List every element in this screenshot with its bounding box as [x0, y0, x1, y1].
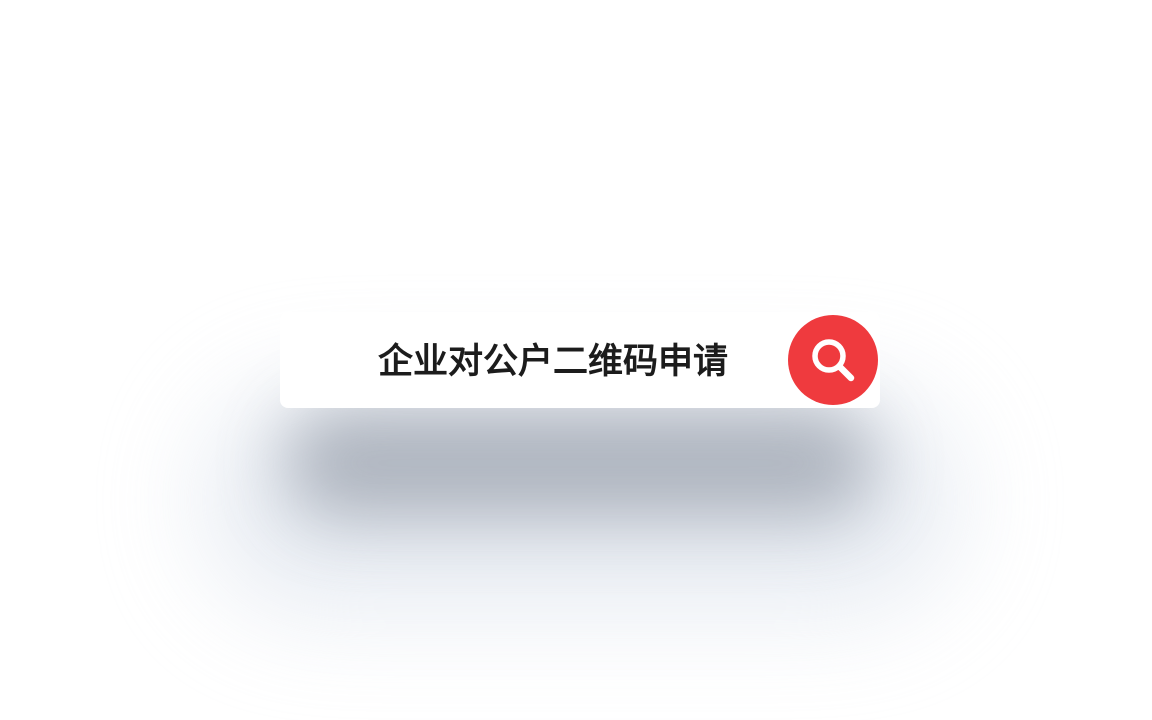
search-bar-shadow [285, 408, 875, 518]
search-button[interactable] [788, 315, 878, 405]
search-icon [812, 339, 855, 382]
search-bar[interactable]: 企业对公户二维码申请 [280, 312, 880, 408]
search-query-text[interactable]: 企业对公户二维码申请 [378, 342, 728, 382]
page-stage: 企业对公户二维码申请 [0, 0, 1152, 720]
